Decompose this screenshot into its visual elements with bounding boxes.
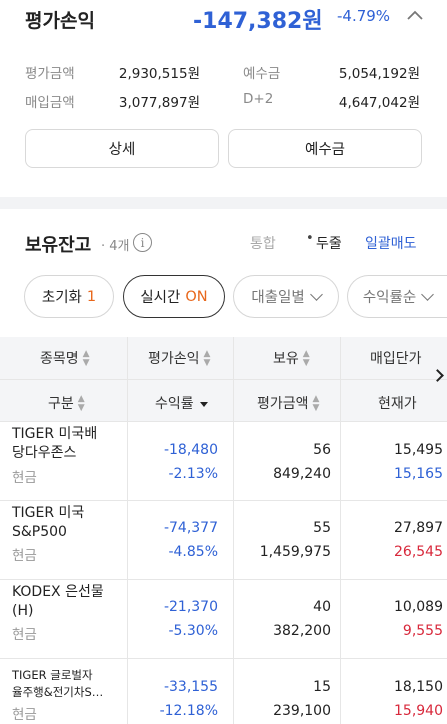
current-price: 15,940 [394, 703, 443, 719]
summary-title: 평가손익 [25, 10, 95, 32]
col-eval-amount[interactable]: 평가금액 ▲ ▼ [257, 393, 319, 413]
sort-icon: ▲ ▼ [312, 394, 320, 413]
holdings-title: 보유잔고 [25, 235, 92, 256]
column-divider [127, 337, 128, 724]
row-divider [0, 500, 447, 501]
header-divider [0, 379, 447, 380]
info-icon[interactable]: i [133, 233, 152, 252]
row-divider [0, 579, 447, 580]
summary-amount: -147,382원 [193, 9, 323, 34]
stock-name: TIGER 미국 S&P500 [12, 505, 85, 540]
return-rate: -4.85% [168, 544, 218, 560]
return-rate: -5.30% [168, 623, 218, 639]
col-return-rate[interactable]: 수익률 [155, 393, 208, 413]
col-stock-name-label: 종목명 [40, 351, 79, 367]
reset-chip-label: 초기화 [41, 290, 82, 306]
chevron-down-icon [309, 287, 323, 301]
eval-amount: 849,240 [273, 466, 331, 482]
bulk-sell-link[interactable]: 일괄매도 [365, 233, 417, 253]
col-eval-amount-label: 평가금액 [257, 396, 309, 412]
reset-chip-count: 1 [86, 288, 97, 305]
profit-loss: -33,155 [163, 679, 218, 695]
holding-qty: 56 [313, 442, 331, 458]
view-separator: • [306, 231, 314, 246]
d2-value: 4,647,042원 [338, 95, 420, 111]
sort-icon: ▲ ▼ [82, 349, 90, 368]
col-type-label: 구분 [48, 396, 74, 412]
buy-price: 15,495 [394, 442, 443, 458]
current-price: 15,165 [394, 466, 443, 482]
profit-sort-label: 수익률순 [362, 290, 417, 306]
col-return-rate-label: 수익률 [155, 396, 194, 412]
current-price: 26,545 [394, 544, 443, 560]
row-divider [0, 421, 447, 422]
stock-name: KODEX 은선물 (H) [12, 584, 104, 619]
detail-button[interactable]: 상세 [25, 129, 219, 168]
current-price: 9,555 [402, 623, 443, 639]
buy-price: 18,150 [394, 679, 443, 695]
realtime-chip[interactable]: 실시간 ON [123, 275, 225, 318]
eval-amount-value: 2,930,515원 [118, 66, 200, 82]
realtime-chip-state: ON [185, 288, 208, 305]
buy-amount-label: 매입금액 [25, 95, 75, 111]
eval-amount: 1,459,975 [259, 544, 331, 560]
section-divider [0, 197, 447, 209]
loan-date-dropdown[interactable]: 대출일별 [233, 275, 339, 318]
stock-name: TIGER 미국배 당다우존스 [12, 426, 98, 461]
return-rate: -12.18% [159, 703, 218, 719]
summary-card: 평가손익 -147,382원 -4.79% 평가금액 2,930,515원 예수… [0, 0, 447, 197]
deposit-button[interactable]: 예수금 [228, 129, 422, 168]
profit-loss: -18,480 [163, 442, 218, 458]
col-stock-name[interactable]: 종목명 ▲ ▼ [40, 348, 90, 368]
holding-qty: 15 [313, 679, 331, 695]
column-divider [233, 337, 234, 724]
sort-icon: ▲ ▼ [77, 394, 85, 413]
buy-amount-value: 3,077,897원 [118, 95, 200, 111]
stock-name: TIGER 글로벌자 율주행&전기차S… [12, 668, 104, 699]
view-two-line-toggle[interactable]: 두줄 [316, 233, 342, 253]
profit-loss: -74,377 [163, 520, 218, 536]
col-buy-price[interactable]: 매입단가 [370, 348, 422, 368]
profit-sort-dropdown[interactable]: 수익률순 [347, 275, 447, 318]
col-current-price[interactable]: 현재가 [378, 393, 417, 413]
col-holding-label: 보유 [273, 351, 299, 367]
holdings-count: · 4개 [101, 239, 130, 254]
col-type[interactable]: 구분 ▲ ▼ [48, 393, 85, 413]
holding-qty: 40 [313, 599, 331, 615]
loan-date-label: 대출일별 [251, 290, 305, 306]
reset-chip[interactable]: 초기화 1 [24, 275, 114, 318]
col-profit-loss-label: 평가손익 [148, 351, 200, 367]
collapse-chevron-icon[interactable] [405, 7, 425, 23]
view-merge-toggle[interactable]: 통합 [250, 233, 276, 253]
realtime-chip-label: 실시간 [140, 290, 181, 306]
chevron-down-icon [421, 287, 435, 301]
stock-type: 현금 [12, 548, 37, 564]
col-holding[interactable]: 보유 ▲ ▼ [273, 348, 310, 368]
summary-rate: -4.79% [337, 7, 391, 25]
stock-type: 현금 [12, 707, 37, 723]
d2-label: D+2 [243, 91, 274, 107]
col-profit-loss[interactable]: 평가손익 ▲ ▼ [148, 348, 210, 368]
sort-icon: ▲ ▼ [203, 349, 211, 368]
return-rate: -2.13% [168, 466, 218, 482]
sort-desc-icon [199, 401, 208, 407]
buy-price: 10,089 [394, 599, 443, 615]
eval-amount-label: 평가금액 [25, 66, 75, 82]
deposit-value: 5,054,192원 [338, 66, 420, 82]
sort-icon: ▲ ▼ [302, 349, 310, 368]
deposit-label: 예수금 [243, 66, 281, 82]
stock-type: 현금 [12, 470, 37, 486]
buy-price: 27,897 [394, 520, 443, 536]
holding-qty: 55 [313, 520, 331, 536]
column-divider [340, 337, 341, 724]
eval-amount: 239,100 [273, 703, 331, 719]
stock-type: 현금 [12, 627, 37, 643]
profit-loss: -21,370 [163, 599, 218, 615]
row-divider [0, 658, 447, 659]
eval-amount: 382,200 [273, 623, 331, 639]
